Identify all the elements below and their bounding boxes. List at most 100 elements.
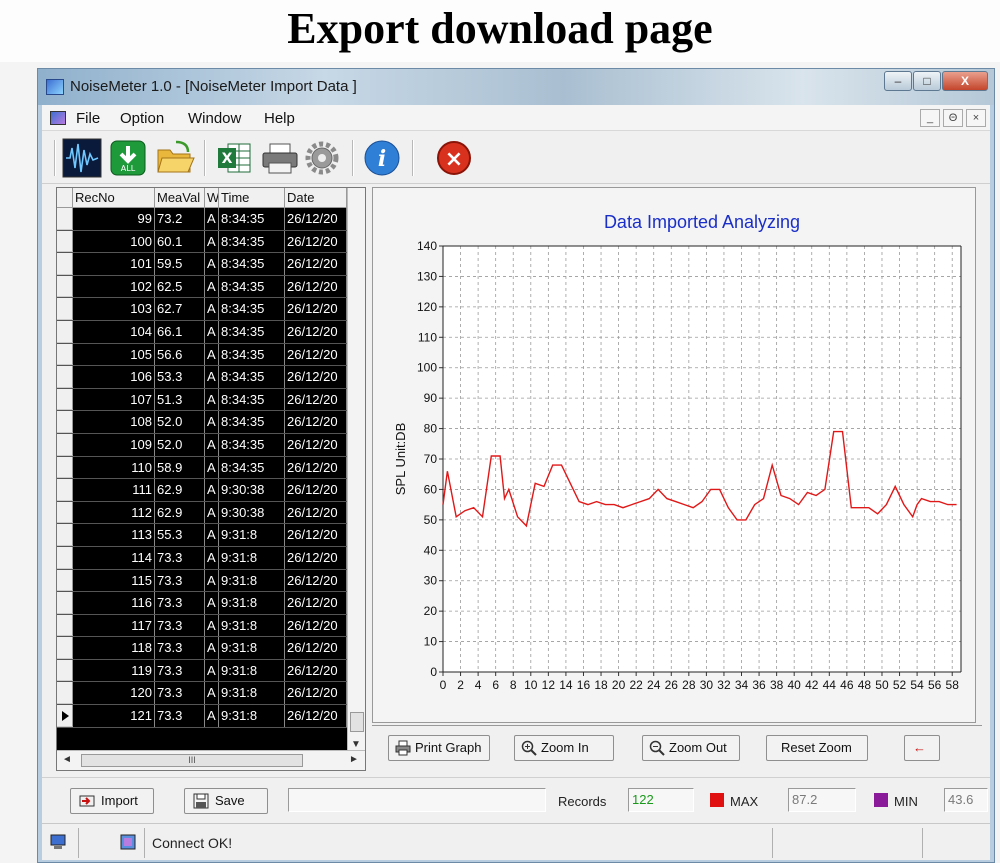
cell-meaval[interactable]: 62.9: [155, 479, 205, 501]
row-indicator[interactable]: [57, 592, 73, 614]
cell-weighting[interactable]: A: [205, 456, 219, 479]
document-icon[interactable]: [50, 111, 66, 125]
column-header-recno[interactable]: RecNo: [73, 188, 155, 208]
cell-time[interactable]: 8:34:35: [219, 275, 285, 298]
excel-export-button[interactable]: X: [214, 138, 254, 178]
table-row[interactable]: 106 53.3 A 8:34:35 26/12/20: [57, 366, 347, 389]
row-indicator[interactable]: [57, 433, 73, 456]
cell-time[interactable]: 9:30:38: [219, 501, 285, 524]
row-indicator[interactable]: [57, 253, 73, 275]
cell-recno[interactable]: 110: [73, 456, 155, 479]
menu-help[interactable]: Help: [264, 110, 295, 127]
mdi-restore-button[interactable]: Θ: [943, 109, 963, 127]
current-row-indicator[interactable]: [57, 705, 73, 727]
cell-recno[interactable]: 104: [73, 320, 155, 343]
print-button[interactable]: [260, 138, 300, 178]
table-row[interactable]: 101 59.5 A 8:34:35 26/12/20: [57, 253, 347, 276]
maximize-button[interactable]: □: [913, 71, 941, 91]
table-row[interactable]: 117 73.3 A 9:31:8 26/12/20: [57, 614, 347, 638]
table-row[interactable]: 120 73.3 A 9:31:8 26/12/20: [57, 682, 347, 706]
mdi-close-button[interactable]: ×: [966, 109, 986, 127]
cell-meaval[interactable]: 55.3: [155, 524, 205, 546]
row-indicator[interactable]: [57, 411, 73, 433]
cell-date[interactable]: 26/12/20: [285, 208, 347, 230]
row-indicator[interactable]: [57, 546, 73, 569]
cell-meaval[interactable]: 73.3: [155, 614, 205, 637]
column-header-date[interactable]: Date: [285, 188, 347, 208]
cell-weighting[interactable]: A: [205, 546, 219, 569]
back-arrow-button[interactable]: ←: [904, 735, 940, 761]
menu-file[interactable]: File: [76, 110, 100, 127]
cell-date[interactable]: 26/12/20: [285, 592, 347, 614]
menu-option[interactable]: Option: [120, 110, 164, 127]
cell-meaval[interactable]: 53.3: [155, 366, 205, 388]
save-button[interactable]: Save: [184, 788, 268, 814]
cell-recno[interactable]: 102: [73, 275, 155, 298]
cell-weighting[interactable]: A: [205, 637, 219, 659]
cell-time[interactable]: 8:34:35: [219, 388, 285, 411]
row-indicator[interactable]: [57, 524, 73, 546]
cell-date[interactable]: 26/12/20: [285, 456, 347, 479]
cell-date[interactable]: 26/12/20: [285, 411, 347, 433]
cell-recno[interactable]: 100: [73, 230, 155, 253]
row-indicator[interactable]: [57, 388, 73, 411]
row-indicator[interactable]: [57, 637, 73, 659]
cell-meaval[interactable]: 73.2: [155, 208, 205, 230]
cell-recno[interactable]: 99: [73, 208, 155, 230]
cell-weighting[interactable]: A: [205, 275, 219, 298]
reset-zoom-button[interactable]: Reset Zoom: [766, 735, 868, 761]
row-indicator[interactable]: [57, 501, 73, 524]
cell-date[interactable]: 26/12/20: [285, 705, 347, 727]
cell-weighting[interactable]: A: [205, 682, 219, 705]
cell-date[interactable]: 26/12/20: [285, 343, 347, 366]
cell-recno[interactable]: 111: [73, 479, 155, 501]
cell-meaval[interactable]: 73.3: [155, 546, 205, 569]
cell-time[interactable]: 9:31:8: [219, 592, 285, 614]
cell-meaval[interactable]: 51.3: [155, 388, 205, 411]
cell-recno[interactable]: 106: [73, 366, 155, 388]
row-indicator[interactable]: [57, 479, 73, 501]
cell-recno[interactable]: 121: [73, 705, 155, 727]
table-row[interactable]: 115 73.3 A 9:31:8 26/12/20: [57, 569, 347, 593]
row-indicator[interactable]: [57, 569, 73, 592]
cell-date[interactable]: 26/12/20: [285, 253, 347, 275]
cell-recno[interactable]: 105: [73, 343, 155, 366]
table-row[interactable]: 110 58.9 A 8:34:35 26/12/20: [57, 456, 347, 480]
table-row[interactable]: 112 62.9 A 9:30:38 26/12/20: [57, 501, 347, 525]
cell-meaval[interactable]: 56.6: [155, 343, 205, 366]
cell-date[interactable]: 26/12/20: [285, 659, 347, 682]
cell-time[interactable]: 9:31:8: [219, 546, 285, 569]
row-indicator[interactable]: [57, 456, 73, 479]
row-indicator[interactable]: [57, 320, 73, 343]
cell-time[interactable]: 8:34:35: [219, 230, 285, 253]
cell-recno[interactable]: 113: [73, 524, 155, 546]
vertical-scrollbar[interactable]: ▼: [347, 188, 365, 752]
cell-meaval[interactable]: 62.7: [155, 298, 205, 320]
cell-date[interactable]: 26/12/20: [285, 614, 347, 637]
column-header-weighting[interactable]: W: [205, 188, 219, 208]
waveform-button[interactable]: [62, 138, 102, 178]
cell-date[interactable]: 26/12/20: [285, 366, 347, 388]
cell-date[interactable]: 26/12/20: [285, 433, 347, 456]
cell-date[interactable]: 26/12/20: [285, 388, 347, 411]
cell-weighting[interactable]: A: [205, 366, 219, 388]
cell-time[interactable]: 9:31:8: [219, 614, 285, 637]
cell-meaval[interactable]: 58.9: [155, 456, 205, 479]
vertical-scroll-thumb[interactable]: [350, 712, 364, 732]
cell-weighting[interactable]: A: [205, 592, 219, 614]
cell-recno[interactable]: 119: [73, 659, 155, 682]
cell-recno[interactable]: 103: [73, 298, 155, 320]
cell-meaval[interactable]: 73.3: [155, 569, 205, 592]
row-indicator[interactable]: [57, 298, 73, 320]
horizontal-scrollbar[interactable]: ◄ III ►: [57, 750, 365, 770]
exit-button[interactable]: ×: [434, 138, 474, 178]
scroll-down-arrow-icon[interactable]: ▼: [351, 739, 361, 750]
row-indicator[interactable]: [57, 230, 73, 253]
cell-recno[interactable]: 107: [73, 388, 155, 411]
settings-button[interactable]: [302, 138, 342, 178]
cell-recno[interactable]: 115: [73, 569, 155, 592]
table-row[interactable]: 108 52.0 A 8:34:35 26/12/20: [57, 411, 347, 434]
cell-meaval[interactable]: 52.0: [155, 411, 205, 433]
cell-weighting[interactable]: A: [205, 388, 219, 411]
scroll-right-arrow-icon[interactable]: ►: [349, 754, 359, 765]
